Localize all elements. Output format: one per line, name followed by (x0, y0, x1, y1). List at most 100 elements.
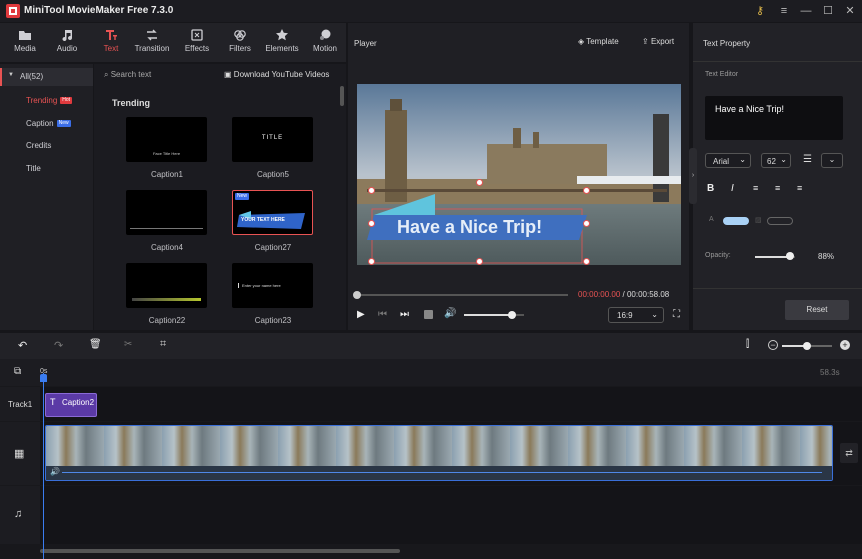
key-icon[interactable]: ⚷ (752, 3, 768, 19)
download-youtube-link[interactable]: ▣ Download YouTube Videos (224, 70, 329, 79)
align-right-icon[interactable]: ≡ (797, 183, 802, 193)
search-input[interactable]: Search text (111, 70, 151, 79)
video-preview[interactable]: Have a Nice Trip! (357, 84, 681, 265)
resize-handle[interactable] (476, 258, 483, 265)
search-box[interactable]: ⌕ Search text (104, 70, 151, 80)
zoom-in-icon[interactable]: + (840, 340, 850, 350)
previous-frame-icon[interactable]: ⏮ (378, 309, 387, 320)
next-frame-icon[interactable]: ⏭ (400, 309, 409, 320)
export-label: Export (650, 37, 675, 46)
crop-icon[interactable]: ⌗ (160, 338, 166, 351)
line-spacing-icon[interactable]: ☰ (803, 154, 812, 165)
thumb-caption27[interactable]: New YOUR TEXT HERE (232, 190, 313, 235)
aspect-ratio-select[interactable]: 16:9 ⌄ (608, 307, 664, 323)
resize-handle[interactable] (583, 258, 590, 265)
thumb-caption5[interactable]: TITLE (232, 117, 313, 162)
resize-handle[interactable] (368, 187, 375, 194)
font-size-value: 62 (767, 157, 776, 166)
thumb-caption23[interactable]: Enter your name here (232, 263, 313, 308)
italic-icon[interactable]: I (731, 183, 734, 194)
playhead-handle[interactable] (40, 374, 47, 382)
playback-progress[interactable] (357, 294, 568, 296)
collapse-panel-handle[interactable]: › (689, 148, 697, 204)
tab-media[interactable]: Media (6, 23, 44, 62)
fit-timeline-icon[interactable]: ⫿ (746, 339, 749, 350)
player-title: Player (354, 39, 377, 48)
category-trending[interactable]: Trending Hot (0, 91, 93, 111)
library-scrollbar[interactable] (340, 86, 344, 106)
folder-icon (19, 31, 31, 40)
app-logo-icon (6, 4, 20, 18)
volume-icon[interactable]: 🔊 (444, 308, 456, 319)
chevron-down-icon: ⌄ (651, 310, 658, 319)
resize-handle[interactable] (368, 220, 375, 227)
transition-insert-icon[interactable]: ⇄ (840, 443, 858, 463)
tab-effects[interactable]: Effects (178, 23, 216, 62)
fullscreen-icon[interactable]: ⛶ (673, 309, 680, 320)
minimize-icon[interactable]: — (798, 3, 814, 19)
tab-text[interactable]: Text (92, 23, 130, 62)
close-icon[interactable]: ✕ (842, 3, 858, 19)
category-trending-label: Trending (26, 96, 58, 105)
caption-clip[interactable]: T Caption2 (45, 393, 97, 417)
ruler-header: ⧉ (0, 359, 40, 386)
tab-elements[interactable]: Elements (262, 23, 302, 62)
font-value: Arial (713, 157, 730, 166)
divider (693, 61, 862, 62)
text-color-swatch[interactable] (723, 217, 749, 225)
rotate-handle[interactable] (476, 179, 483, 186)
resize-handle[interactable] (583, 187, 590, 194)
thumb-caption1[interactable]: Face Title Here (126, 117, 207, 162)
tab-audio[interactable]: Audio (48, 23, 86, 62)
music-track-icon: ♫ (14, 508, 23, 520)
time-ruler[interactable] (40, 359, 862, 386)
category-caption[interactable]: Caption New (0, 114, 93, 134)
playhead-line[interactable] (43, 373, 44, 559)
maximize-icon[interactable]: ☐ (820, 3, 836, 19)
opacity-value: 88% (818, 252, 835, 261)
line-spacing-dropdown[interactable]: ⌄ (821, 153, 843, 168)
split-icon[interactable]: ✂ (124, 339, 132, 350)
clip-volume-icon[interactable]: 🔊 (50, 467, 60, 476)
stop-icon[interactable] (424, 310, 433, 319)
undo-icon[interactable]: ↶ (18, 339, 27, 352)
timeline-scrollbar[interactable] (40, 549, 400, 553)
opacity-knob[interactable] (786, 252, 795, 260)
text-editor-field[interactable]: Have a Nice Trip! (705, 96, 843, 140)
redo-icon[interactable]: ↷ (54, 339, 63, 352)
search-icon: ⌕ (104, 70, 109, 79)
thumb-caption4[interactable] (126, 190, 207, 235)
font-select[interactable]: Arial ⌄ (705, 153, 751, 168)
thumb-caption23-text: Enter your name here (238, 283, 313, 288)
progress-knob[interactable] (353, 291, 361, 299)
zoom-knob[interactable] (803, 342, 811, 350)
music-note-icon (62, 30, 73, 42)
tab-motion[interactable]: Motion (306, 23, 344, 62)
template-button[interactable]: ◈ Template (578, 37, 619, 46)
reset-button[interactable]: Reset (785, 300, 849, 320)
volume-knob[interactable] (508, 311, 516, 319)
background-color-swatch[interactable] (767, 217, 793, 225)
resize-handle[interactable] (368, 258, 375, 265)
category-all[interactable]: ▼ All(52) (0, 68, 93, 86)
zoom-out-icon[interactable]: − (768, 340, 778, 350)
menu-icon[interactable]: ≡ (776, 3, 792, 19)
overlay-text[interactable]: Have a Nice Trip! (397, 217, 542, 238)
font-size-select[interactable]: 62 ⌄ (761, 153, 791, 168)
delete-icon[interactable]: 🗑 (89, 339, 102, 350)
text-track (40, 387, 862, 421)
play-icon[interactable]: ▶ (357, 309, 365, 320)
resize-handle[interactable] (583, 220, 590, 227)
tab-filters[interactable]: Filters (221, 23, 259, 62)
bold-icon[interactable]: B (707, 183, 714, 194)
video-clip[interactable]: 🔊 (45, 425, 833, 481)
add-track-icon[interactable]: ⧉ (14, 366, 21, 377)
export-button[interactable]: ⇪ Export (642, 37, 674, 46)
align-center-icon[interactable]: ≡ (775, 183, 780, 193)
tab-transition[interactable]: Transition (131, 23, 173, 62)
align-left-icon[interactable]: ≡ (753, 183, 758, 193)
thumb-caption22[interactable] (126, 263, 207, 308)
category-credits[interactable]: Credits (0, 136, 93, 156)
category-all-label: All(52) (20, 72, 44, 81)
category-title[interactable]: Title (0, 159, 93, 179)
